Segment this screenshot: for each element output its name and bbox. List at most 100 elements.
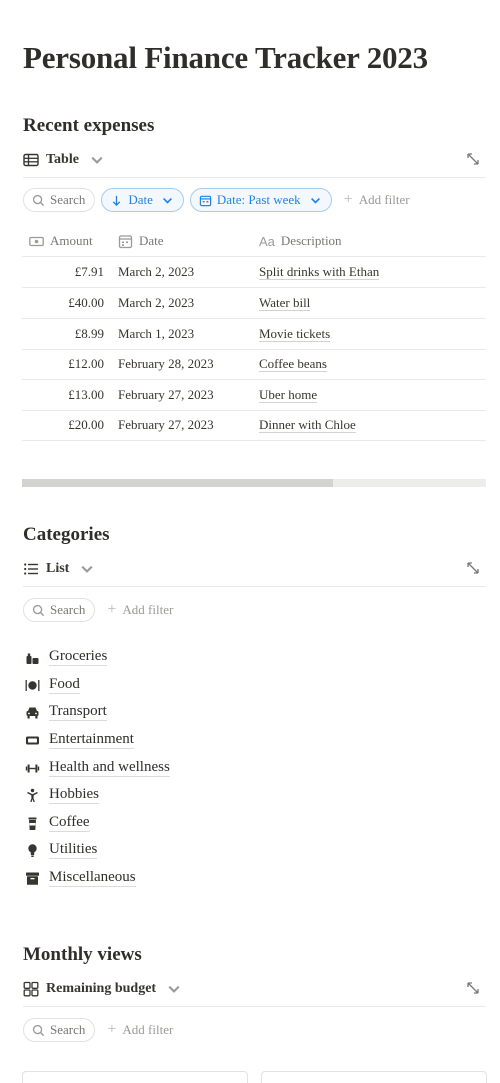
table-view-tab[interactable]: Table [23,152,105,168]
description-cell[interactable]: Movie tickets [259,326,331,342]
gallery-view-tab[interactable]: Remaining budget [23,981,182,997]
add-filter-button[interactable]: + Add filter [101,1021,173,1039]
search-button[interactable]: Search [23,1018,96,1042]
sort-date-pill[interactable]: Date [101,188,184,212]
categories-filter-bar: Search + Add filter [23,597,173,623]
search-button[interactable]: Search [23,598,96,622]
horizontal-scrollbar-thumb[interactable] [22,479,333,487]
amount-cell: £40.00 [68,295,104,310]
date-cell: February 28, 2023 [118,356,214,371]
date-cell: February 27, 2023 [118,387,214,402]
expand-icon[interactable] [466,561,480,575]
list-item-groceries[interactable]: Groceries [25,645,108,669]
dumbbell-icon [25,764,40,772]
chevron-down-icon [168,985,180,993]
list-view-label: List [46,560,70,576]
list-item-entertainment[interactable]: Entertainment [25,728,134,752]
amount-cell: £7.91 [74,264,104,279]
date-cell: March 2, 2023 [118,264,195,279]
categories-view-bar: List [23,551,486,587]
expand-icon[interactable] [466,152,480,166]
list-item-utilities[interactable]: Utilities [25,838,98,862]
search-label: Search [50,1022,86,1037]
amount-cell: £8.99 [74,326,104,341]
gallery-card[interactable] [22,1071,248,1083]
description-cell[interactable]: Dinner with Chloe [259,417,356,433]
expenses-view-bar: Table [23,142,486,178]
groceries-icon [26,653,39,664]
date-cell: March 1, 2023 [118,326,195,341]
amount-cell: £20.00 [68,417,104,432]
expenses-section-title[interactable]: Recent expenses [23,115,154,137]
food-icon [25,679,40,691]
search-icon [32,194,45,206]
category-label: Coffee [49,814,90,832]
column-header-date[interactable]: Date [118,233,164,249]
gallery-card[interactable] [261,1071,487,1083]
category-label: Groceries [49,648,108,666]
category-label: Food [49,676,80,694]
table-row[interactable]: £7.91 March 2, 2023 Split drinks with Et… [22,257,486,288]
plus-icon: + [343,191,353,208]
add-filter-button[interactable]: + Add filter [338,191,410,209]
add-filter-button[interactable]: + Add filter [101,601,173,619]
ticket-icon [26,736,39,744]
car-icon [26,707,39,718]
amount-cell: £13.00 [68,387,104,402]
text-property-icon: Aa [259,233,275,249]
description-header-label: Description [280,233,342,248]
description-cell[interactable]: Water bill [259,295,311,311]
plus-icon: + [107,1021,117,1038]
search-label: Search [50,602,86,617]
column-header-description[interactable]: Aa Description [259,233,342,249]
expand-icon[interactable] [466,981,480,995]
add-filter-label: Add filter [122,1022,174,1037]
search-icon [32,1024,45,1036]
money-icon [29,236,44,246]
search-button[interactable]: Search [23,188,96,212]
list-icon [24,562,38,575]
sort-label: Date [128,192,153,207]
category-label: Entertainment [49,731,134,749]
date-cell: February 27, 2023 [118,417,214,432]
table-row[interactable]: £12.00 February 28, 2023 Coffee beans [22,349,486,380]
expenses-filter-bar: Search Date Date: Past week + Add filter [23,187,410,213]
table-row[interactable]: £8.99 March 1, 2023 Movie tickets [22,319,486,350]
column-header-amount[interactable]: Amount [29,233,93,249]
monthly-section-title[interactable]: Monthly views [23,944,142,966]
archive-icon [26,872,39,885]
chevron-down-icon [310,197,320,204]
list-view-tab[interactable]: List [23,561,95,577]
description-cell[interactable]: Coffee beans [259,356,327,372]
description-cell[interactable]: Split drinks with Ethan [259,264,380,280]
amount-header-label: Amount [50,233,93,248]
list-item-coffee[interactable]: Coffee [25,811,90,835]
monthly-filter-bar: Search + Add filter [23,1017,173,1043]
categories-section-title[interactable]: Categories [23,524,110,546]
list-item-food[interactable]: Food [25,673,80,697]
table-view-label: Table [46,151,79,167]
search-icon [32,604,45,616]
chevron-down-icon [91,156,103,164]
table-icon [23,153,39,166]
coffee-icon [28,817,37,830]
category-label: Utilities [49,841,98,859]
lightbulb-icon [28,843,37,857]
list-item-transport[interactable]: Transport [25,700,107,724]
date-header-label: Date [139,233,164,248]
list-item-hobbies[interactable]: Hobbies [25,783,99,807]
category-label: Hobbies [49,786,99,804]
add-filter-label: Add filter [122,602,174,617]
list-item-miscellaneous[interactable]: Miscellaneous [25,866,136,890]
table-row[interactable]: £40.00 March 2, 2023 Water bill [22,288,486,319]
category-label: Miscellaneous [49,869,136,887]
table-row[interactable]: £13.00 February 27, 2023 Uber home [22,380,486,411]
person-icon [27,788,38,802]
search-label: Search [50,192,86,207]
gallery-view-label: Remaining budget [46,980,157,996]
date-filter-pill[interactable]: Date: Past week [189,188,332,212]
list-item-health-and-wellness[interactable]: Health and wellness [25,756,170,780]
table-row[interactable]: £20.00 February 27, 2023 Dinner with Chl… [22,410,486,441]
description-cell[interactable]: Uber home [259,387,318,403]
table-header: Amount Date Aa Description [22,227,486,257]
